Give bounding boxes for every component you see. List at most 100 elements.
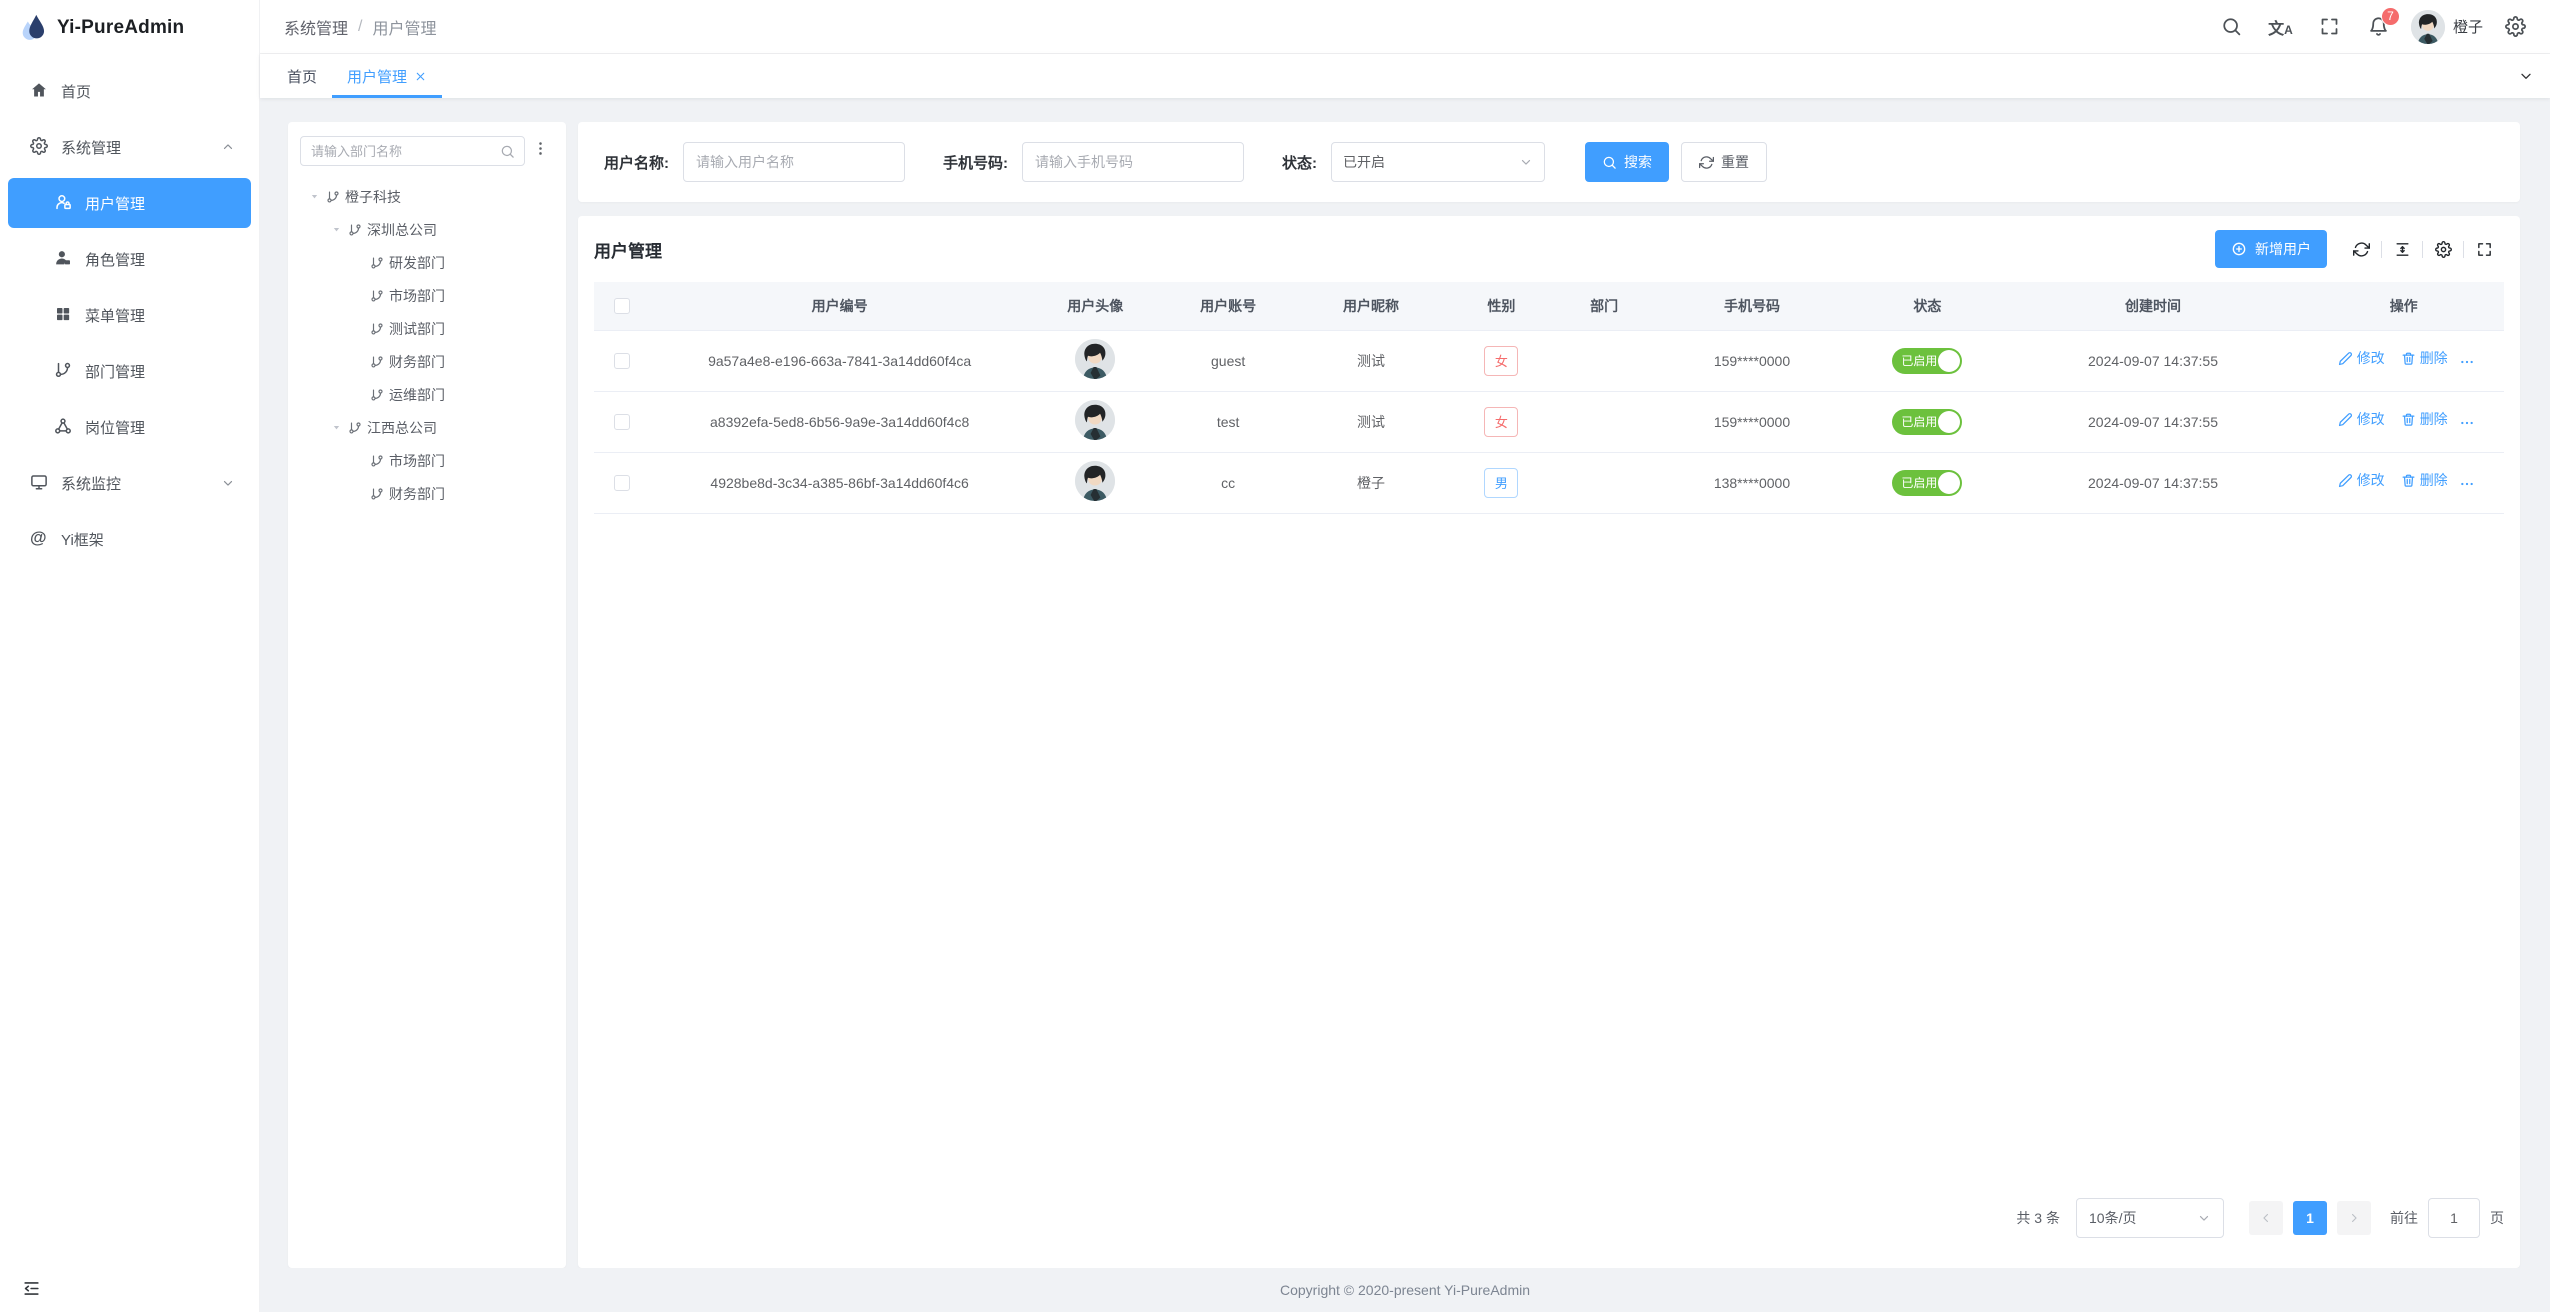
tree-node[interactable]: 深圳总公司 <box>300 213 554 246</box>
table-refresh-button[interactable] <box>2349 237 2373 261</box>
sidebar-item-dept-management[interactable]: 部门管理 <box>8 346 251 396</box>
dept-icon <box>368 386 386 404</box>
prev-page-button[interactable] <box>2249 1201 2283 1235</box>
edit-button[interactable]: 修改 <box>2338 409 2385 429</box>
tab-actions-button[interactable] <box>2502 54 2550 98</box>
page-button-1[interactable]: 1 <box>2293 1201 2327 1235</box>
tree-node-label: 研发部门 <box>389 253 445 273</box>
department-search-input[interactable] <box>311 144 500 159</box>
main-area: 系统管理 / 用户管理 文A 7 橙子 首页用户管理 <box>260 0 2550 1312</box>
sidebar-item-menu-management[interactable]: 菜单管理 <box>8 290 251 340</box>
search-button[interactable] <box>2207 0 2256 54</box>
sidebar-collapse-button[interactable] <box>0 1264 259 1312</box>
more-icon <box>2459 415 2475 431</box>
sidebar-item-label: 角色管理 <box>85 249 145 270</box>
delete-button[interactable]: 删除 <box>2401 348 2448 368</box>
tab-user-management[interactable]: 用户管理 <box>332 54 442 98</box>
tree-node[interactable]: 运维部门 <box>300 378 554 411</box>
edit-button[interactable]: 修改 <box>2338 470 2385 490</box>
goto-page-input[interactable] <box>2428 1198 2480 1238</box>
delete-button[interactable]: 删除 <box>2401 409 2448 429</box>
search-icon <box>2221 16 2242 37</box>
username-label: 用户名称: <box>604 152 669 173</box>
status-select[interactable]: 已开启 <box>1331 142 1545 182</box>
tree-node[interactable]: 财务部门 <box>300 477 554 510</box>
edit-icon <box>2338 412 2353 427</box>
tree-node[interactable]: 研发部门 <box>300 246 554 279</box>
table-density-button[interactable] <box>2390 237 2414 261</box>
dept-icon <box>368 320 386 338</box>
more-actions-button[interactable] <box>2456 473 2478 495</box>
toolbar-divider <box>2463 241 2464 258</box>
more-actions-button[interactable] <box>2456 351 2478 373</box>
fullscreen-button[interactable] <box>2305 0 2354 54</box>
created-time: 2024-09-07 14:37:55 <box>2088 353 2218 369</box>
add-user-button[interactable]: 新增用户 <box>2215 230 2327 268</box>
tree-node[interactable]: 市场部门 <box>300 279 554 312</box>
notification-button[interactable]: 7 <box>2354 0 2403 54</box>
more-icon <box>2459 354 2475 370</box>
breadcrumb: 系统管理 / 用户管理 <box>284 15 436 39</box>
search-submit-button[interactable]: 搜索 <box>1585 142 1669 182</box>
fullscreen-icon <box>2319 16 2340 37</box>
row-checkbox[interactable] <box>614 414 630 430</box>
row-checkbox[interactable] <box>614 475 630 491</box>
close-icon[interactable] <box>414 70 427 83</box>
status-switch[interactable]: 已启用 <box>1892 470 1962 496</box>
reset-button[interactable]: 重置 <box>1681 142 1767 182</box>
tree-node[interactable]: 测试部门 <box>300 312 554 345</box>
sidebar-item-yi-framework[interactable]: @Yi框架 <box>8 514 251 564</box>
tree-node[interactable]: 橙子科技 <box>300 180 554 213</box>
table-fullscreen-button[interactable] <box>2472 237 2496 261</box>
page-size-value: 10条/页 <box>2089 1208 2136 1228</box>
translate-button[interactable]: 文A <box>2256 0 2305 54</box>
sidebar-item-user-management[interactable]: 用户管理 <box>8 178 251 228</box>
delete-button[interactable]: 删除 <box>2401 470 2448 490</box>
edit-icon <box>2338 351 2353 366</box>
column-header: 操作 <box>2303 282 2504 330</box>
tree-node[interactable]: 财务部门 <box>300 345 554 378</box>
next-page-button[interactable] <box>2337 1201 2371 1235</box>
status-switch[interactable]: 已启用 <box>1892 348 1962 374</box>
edit-button[interactable]: 修改 <box>2338 348 2385 368</box>
breadcrumb-item[interactable]: 系统管理 <box>284 15 348 39</box>
user-nickname: 测试 <box>1357 414 1385 430</box>
status-switch[interactable]: 已启用 <box>1892 409 1962 435</box>
sidebar-item-system-management[interactable]: 系统管理 <box>8 122 251 172</box>
logo[interactable]: Yi-PureAdmin <box>0 0 259 56</box>
table-settings-button[interactable] <box>2431 237 2455 261</box>
created-time: 2024-09-07 14:37:55 <box>2088 475 2218 491</box>
search-icon <box>500 144 515 159</box>
department-tree: 橙子科技深圳总公司研发部门市场部门测试部门财务部门运维部门江西总公司市场部门财务… <box>300 180 554 510</box>
tree-node[interactable]: 江西总公司 <box>300 411 554 444</box>
settings-button[interactable] <box>2491 0 2540 54</box>
user-avatar <box>1075 400 1115 440</box>
user-id: 4928be8d-3c34-a385-86bf-3a14dd60f4c6 <box>710 475 968 491</box>
user-menu[interactable]: 橙子 <box>2403 10 2491 44</box>
sidebar-item-post-management[interactable]: 岗位管理 <box>8 402 251 452</box>
tab-home[interactable]: 首页 <box>272 54 332 98</box>
tree-node-label: 财务部门 <box>389 484 445 504</box>
tree-more-button[interactable] <box>532 140 554 162</box>
chevron-down-icon <box>219 474 237 492</box>
row-checkbox[interactable] <box>614 353 630 369</box>
more-actions-button[interactable] <box>2456 412 2478 434</box>
caret-down-icon[interactable] <box>326 422 346 433</box>
sidebar-item-label: 岗位管理 <box>85 417 145 438</box>
page-size-select[interactable]: 10条/页 <box>2076 1198 2224 1238</box>
chevron-left-icon <box>2259 1211 2273 1225</box>
select-all-checkbox[interactable] <box>614 298 630 314</box>
add-user-label: 新增用户 <box>2255 239 2311 259</box>
user-phone: 138****0000 <box>1714 475 1790 491</box>
sidebar-item-system-monitor[interactable]: 系统监控 <box>8 458 251 508</box>
caret-down-icon[interactable] <box>326 224 346 235</box>
phone-input[interactable] <box>1022 142 1244 182</box>
caret-down-icon[interactable] <box>304 191 324 202</box>
tree-node[interactable]: 市场部门 <box>300 444 554 477</box>
sidebar-item-role-management[interactable]: 角色管理 <box>8 234 251 284</box>
department-tree-panel: 橙子科技深圳总公司研发部门市场部门测试部门财务部门运维部门江西总公司市场部门财务… <box>288 122 566 1268</box>
home-icon <box>30 81 50 101</box>
sidebar-item-home[interactable]: 首页 <box>8 66 251 116</box>
chevron-up-icon <box>219 138 237 156</box>
username-input[interactable] <box>683 142 905 182</box>
